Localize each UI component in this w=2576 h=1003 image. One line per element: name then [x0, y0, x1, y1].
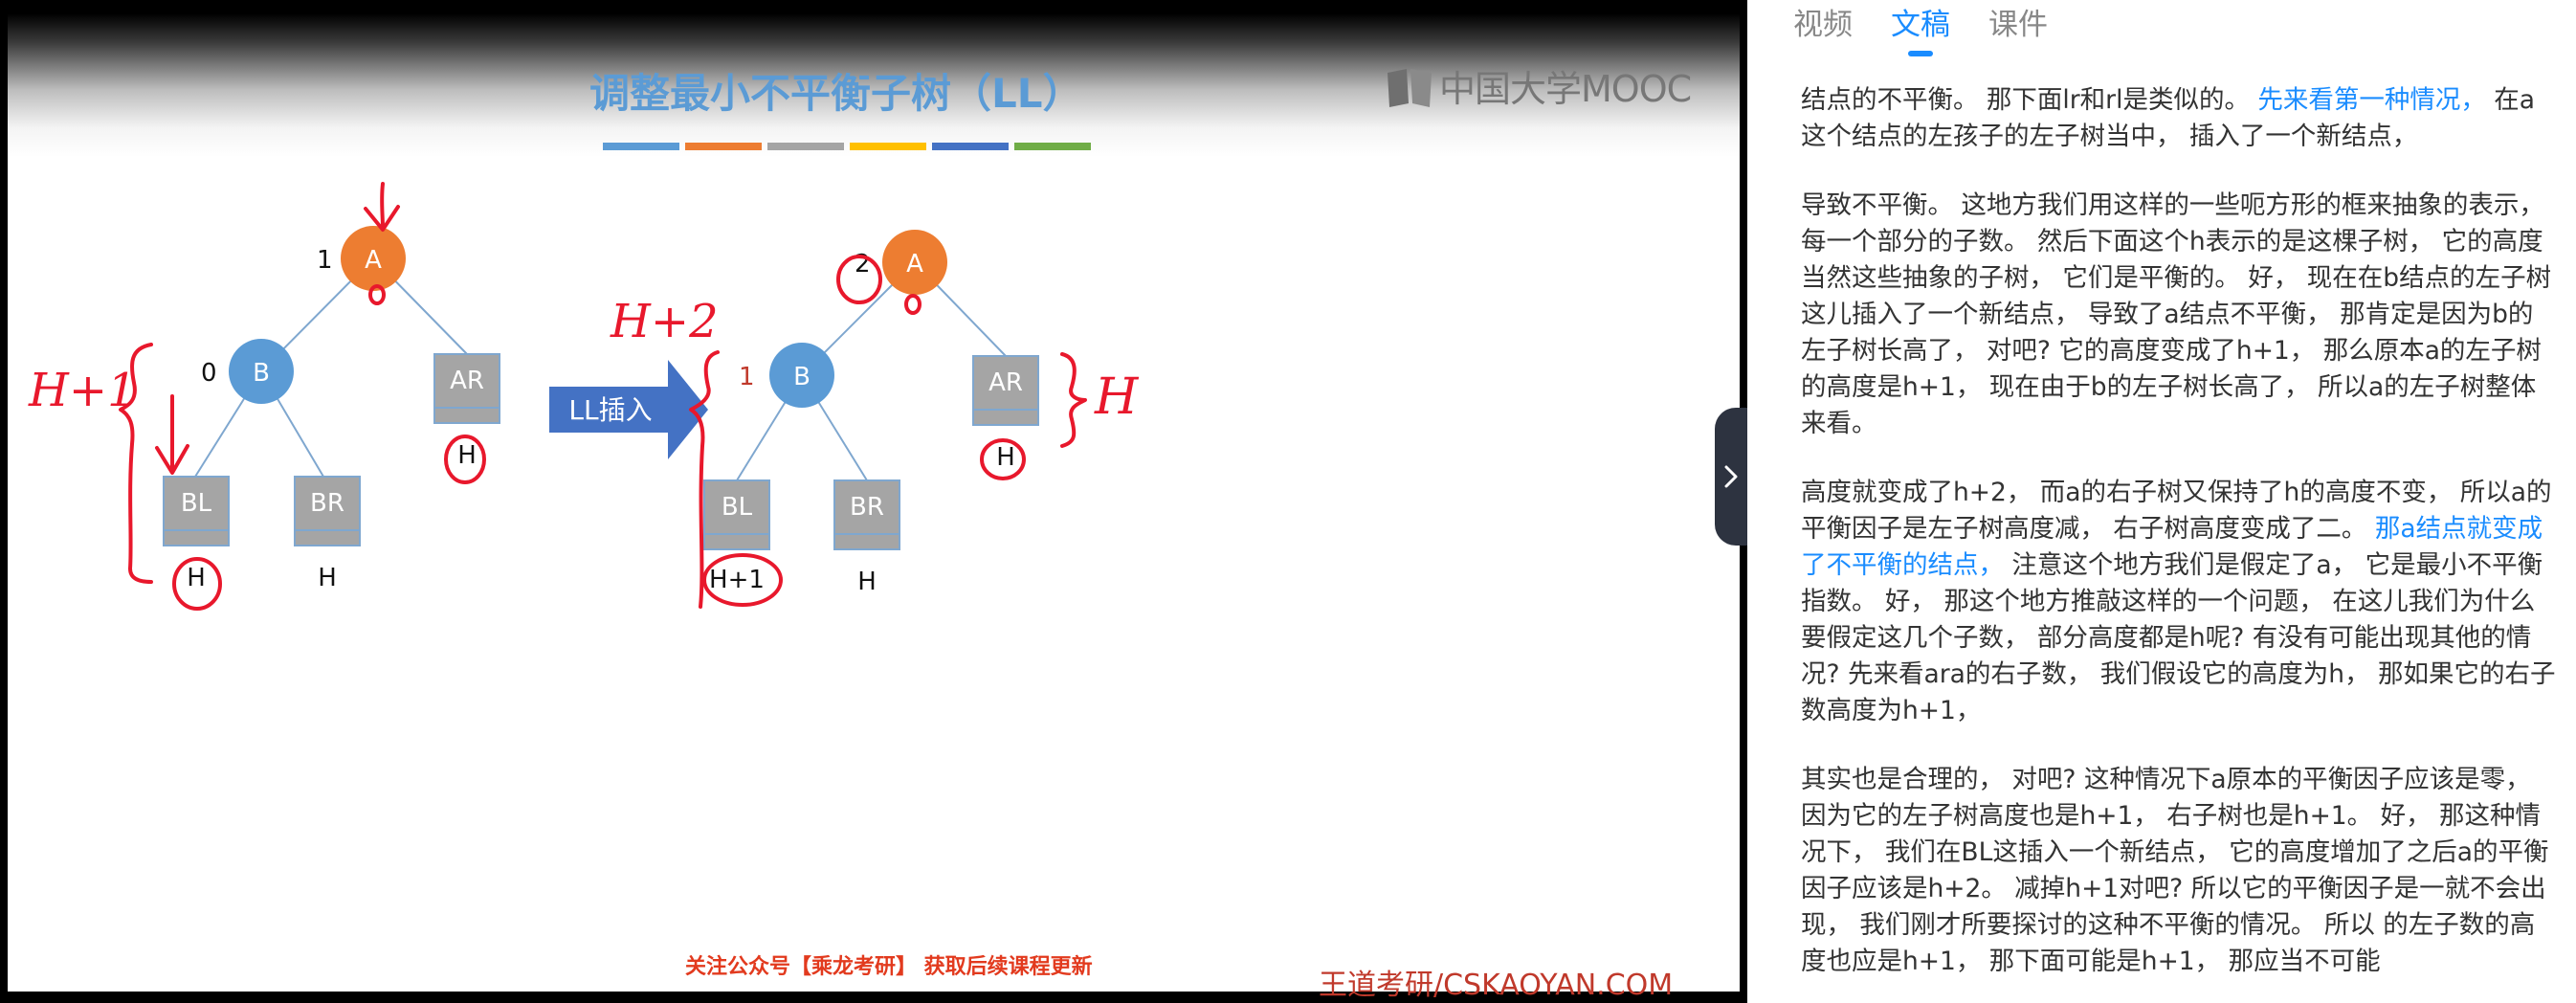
footer-brand: 王道考研/CSKAOYAN.COM	[1319, 969, 1674, 1002]
transcript-paragraph: 高度就变成了h+2， 而a的右子树又保持了h的高度不变， 所以a的平衡因子是左子…	[1801, 475, 2557, 729]
side-panel: 视频 文稿 课件 结点的不平衡。 那下面lr和rl是类似的。 先来看第一种情况，…	[1747, 0, 2576, 1003]
transcript-body[interactable]: 结点的不平衡。 那下面lr和rl是类似的。 先来看第一种情况， 在a这个结点的左…	[1801, 82, 2557, 1003]
right-tree-node-a-label: A	[906, 250, 923, 279]
handwritten-h: H	[1094, 368, 1140, 426]
mooc-logo: 中国大学MOOC	[1386, 59, 1692, 112]
transcript-text: 导致不平衡。 这地方我们用这样的一些呃方形的框来抽象的表示， 每一个部分的子数。…	[1801, 190, 2553, 438]
right-tree-box-br-label: BR	[850, 493, 884, 522]
right-tree-br-height: H	[857, 568, 877, 596]
footer-note: 关注公众号【乘龙考研】 获取后续课程更新	[685, 955, 1093, 979]
handwritten-h-plus-2: H+2	[610, 295, 719, 348]
transcript-paragraph: 导致不平衡。 这地方我们用这样的一些呃方形的框来抽象的表示， 每一个部分的子数。…	[1801, 188, 2557, 442]
right-tree-box-ar-label: AR	[988, 368, 1023, 397]
transcript-text: 其实也是合理的， 对吧? 这种情况下a原本的平衡因子应该是零， 因为它的左子树高…	[1801, 765, 2549, 976]
title-color-bar-segment	[850, 143, 926, 150]
title-color-bar-segment	[603, 143, 679, 150]
slide-title: 调整最小不平衡子树（LL）	[589, 70, 1083, 117]
title-color-bar-segment	[1014, 143, 1091, 150]
right-tree-ar-height: H	[996, 443, 1015, 472]
left-tree-box-br-label: BR	[310, 489, 344, 518]
book-icon	[1388, 68, 1432, 107]
title-color-bar-segment	[932, 143, 1009, 150]
right-tree-box-bl-label: BL	[722, 493, 753, 522]
left-tree-node-b-label: B	[253, 359, 270, 388]
right-tree-node-b-label: B	[793, 363, 811, 391]
title-color-bar-segment	[685, 143, 762, 150]
tab-courseware[interactable]: 课件	[1988, 0, 2048, 43]
left-tree-box-bl-label: BL	[181, 489, 212, 518]
panel-toggle-button[interactable]	[1715, 408, 1747, 546]
title-color-bar-segment	[767, 143, 844, 150]
right-tree-a-factor: 2	[855, 250, 871, 279]
tab-video[interactable]: 视频	[1793, 0, 1853, 43]
title-color-bar	[603, 143, 1091, 150]
transcript-text: 结点的不平衡。 那下面lr和rl是类似的。	[1801, 85, 2258, 115]
right-tree-b-factor: 1	[739, 363, 755, 391]
left-tree-a-factor: 1	[317, 246, 333, 275]
panel-tabs: 视频 文稿 课件	[1793, 0, 2048, 43]
left-tree-node-a-label: A	[365, 246, 382, 275]
left-tree-box-ar-label: AR	[450, 367, 484, 395]
lecture-slide: 调整最小不平衡子树（LL） A 1 B 0 AR H BL H BR H LL插…	[8, 13, 1740, 1002]
right-tree-bl-height: H+1	[709, 566, 765, 594]
tab-transcript[interactable]: 文稿	[1891, 0, 1950, 43]
left-tree-bl-height: H	[187, 564, 206, 592]
ll-insert-arrow: LL插入	[549, 360, 708, 459]
video-player[interactable]: 调整最小不平衡子树（LL） A 1 B 0 AR H BL H BR H LL插…	[0, 0, 1747, 1003]
transcript-highlight[interactable]: 先来看第一种情况，	[2257, 85, 2486, 115]
ll-insert-label: LL插入	[568, 394, 652, 426]
handwritten-h-plus-1: H+1	[28, 364, 137, 417]
left-tree-br-height: H	[318, 564, 337, 592]
left-tree-ar-height: H	[457, 441, 477, 470]
chevron-right-icon	[1724, 465, 1738, 488]
transcript-paragraph: 结点的不平衡。 那下面lr和rl是类似的。 先来看第一种情况， 在a这个结点的左…	[1801, 82, 2557, 155]
transcript-paragraph: 其实也是合理的， 对吧? 这种情况下a原本的平衡因子应该是零， 因为它的左子树高…	[1801, 762, 2557, 980]
logo-text: 中国大学MOOC	[1439, 68, 1692, 110]
left-tree-b-factor: 0	[201, 359, 217, 388]
